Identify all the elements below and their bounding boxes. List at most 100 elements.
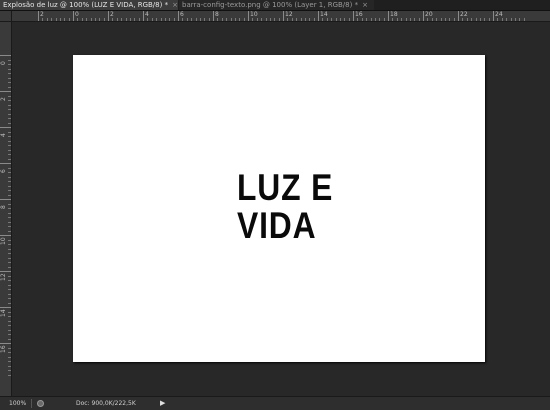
ruler-label: 10: [250, 11, 258, 18]
ruler-minor-tick: [252, 18, 254, 21]
ruler-tick: [0, 91, 11, 92]
canvas-workspace[interactable]: LUZ E VIDA: [12, 22, 550, 396]
tab-barra-config-texto[interactable]: barra-config-texto.png @ 100% (Layer 1, …: [179, 0, 374, 10]
ruler-minor-tick: [370, 18, 372, 21]
ruler-label: 2: [110, 11, 114, 18]
ruler-minor-tick: [8, 181, 11, 182]
ruler-minor-tick: [396, 18, 398, 21]
ruler-minor-tick: [8, 95, 11, 97]
ruler-minor-tick: [440, 18, 442, 21]
ruler-minor-tick: [501, 18, 503, 21]
ruler-minor-tick: [243, 18, 245, 21]
ruler-tick: [0, 343, 11, 344]
ruler-minor-tick: [506, 18, 508, 21]
ruler-minor-tick: [81, 18, 83, 21]
ruler-minor-tick: [8, 118, 11, 119]
ruler-minor-tick: [8, 253, 11, 254]
ruler-minor-tick: [86, 18, 88, 21]
ruler-label: 20: [425, 11, 433, 18]
text-layer-luz-e-vida[interactable]: LUZ E VIDA: [237, 169, 332, 245]
ruler-origin[interactable]: [0, 11, 12, 22]
horizontal-ruler[interactable]: 2 0 2 4 6 8 10 12 14 16 18 20 22 24: [12, 11, 550, 22]
zoom-level[interactable]: 100%: [9, 397, 26, 410]
ruler-minor-tick: [221, 18, 223, 21]
ruler-minor-tick: [121, 18, 123, 21]
ruler-minor-tick: [497, 18, 499, 21]
ruler-tick: [0, 199, 11, 200]
ruler-minor-tick: [191, 18, 193, 21]
ruler-minor-tick: [431, 18, 433, 21]
ruler-minor-tick: [90, 18, 92, 21]
document-profile-icon[interactable]: [37, 400, 44, 407]
close-icon[interactable]: ×: [362, 0, 368, 10]
ruler-minor-tick: [182, 18, 184, 21]
ruler-minor-tick: [418, 18, 420, 21]
ruler-minor-tick: [8, 149, 11, 151]
ruler-minor-tick: [8, 311, 11, 313]
ruler-minor-tick: [234, 18, 236, 21]
status-bar: 100% Doc: 900,0K/222,5K ▶: [0, 396, 550, 410]
ruler-minor-tick: [8, 167, 11, 169]
ruler-minor-tick: [199, 18, 201, 21]
ruler-label: 2: [0, 97, 7, 101]
ruler-minor-tick: [436, 18, 438, 21]
ruler-minor-tick: [379, 18, 381, 21]
ruler-minor-tick: [8, 194, 11, 196]
ruler-minor-tick: [296, 18, 298, 21]
ruler-minor-tick: [475, 18, 477, 21]
tab-explosao-de-luz[interactable]: Explosão de luz @ 100% (LUZ E VIDA, RGB/…: [0, 0, 178, 10]
ruler-label: 16: [355, 11, 363, 18]
ruler-minor-tick: [8, 217, 11, 218]
ruler-label: 12: [0, 273, 7, 281]
ruler-minor-tick: [274, 18, 276, 21]
tab-label: barra-config-texto.png @ 100% (Layer 1, …: [182, 1, 359, 9]
ruler-minor-tick: [103, 18, 105, 21]
ruler-minor-tick: [8, 266, 11, 268]
ruler-minor-tick: [269, 18, 271, 21]
ruler-minor-tick: [453, 18, 455, 21]
ruler-minor-tick: [55, 18, 57, 21]
close-icon[interactable]: ×: [172, 0, 178, 10]
ruler-minor-tick: [8, 68, 11, 70]
ruler-minor-tick: [348, 18, 350, 21]
vertical-ruler[interactable]: 0 2 4 6 8 10 12 14 16: [0, 22, 12, 396]
ruler-minor-tick: [239, 18, 241, 21]
ruler-tick: [0, 127, 11, 128]
ruler-minor-tick: [8, 136, 11, 137]
ruler-minor-tick: [8, 131, 11, 133]
ruler-minor-tick: [479, 18, 481, 21]
ruler-minor-tick: [51, 18, 53, 21]
ruler-minor-tick: [322, 18, 324, 21]
ruler-minor-tick: [138, 18, 140, 21]
ruler-minor-tick: [8, 113, 11, 115]
ruler-minor-tick: [8, 275, 11, 277]
ruler-label: 8: [0, 205, 7, 209]
document-canvas[interactable]: LUZ E VIDA: [73, 55, 485, 362]
ruler-minor-tick: [8, 208, 11, 209]
ruler-tick: [0, 307, 11, 308]
ruler-minor-tick: [484, 18, 486, 21]
ruler-minor-tick: [8, 86, 11, 88]
status-menu-arrow-icon[interactable]: ▶: [160, 397, 165, 410]
ruler-minor-tick: [366, 18, 368, 21]
ruler-minor-tick: [8, 248, 11, 250]
ruler-minor-tick: [414, 18, 416, 21]
ruler-minor-tick: [8, 374, 11, 376]
ruler-minor-tick: [304, 18, 306, 21]
ruler-minor-tick: [405, 18, 407, 21]
ruler-minor-tick: [42, 18, 44, 21]
ruler-label: 4: [0, 133, 7, 137]
document-tab-bar: Explosão de luz @ 100% (LUZ E VIDA, RGB/…: [0, 0, 550, 11]
ruler-minor-tick: [147, 18, 149, 21]
ruler-minor-tick: [309, 18, 311, 21]
ruler-label: 12: [285, 11, 293, 18]
ruler-minor-tick: [265, 18, 267, 21]
ruler-minor-tick: [8, 226, 11, 227]
ruler-label: 16: [0, 345, 7, 353]
ruler-minor-tick: [514, 18, 516, 21]
ruler-minor-tick: [8, 257, 11, 259]
ruler-minor-tick: [361, 18, 363, 21]
ruler-minor-tick: [8, 176, 11, 178]
ruler-minor-tick: [8, 109, 11, 110]
ruler-minor-tick: [116, 18, 118, 21]
